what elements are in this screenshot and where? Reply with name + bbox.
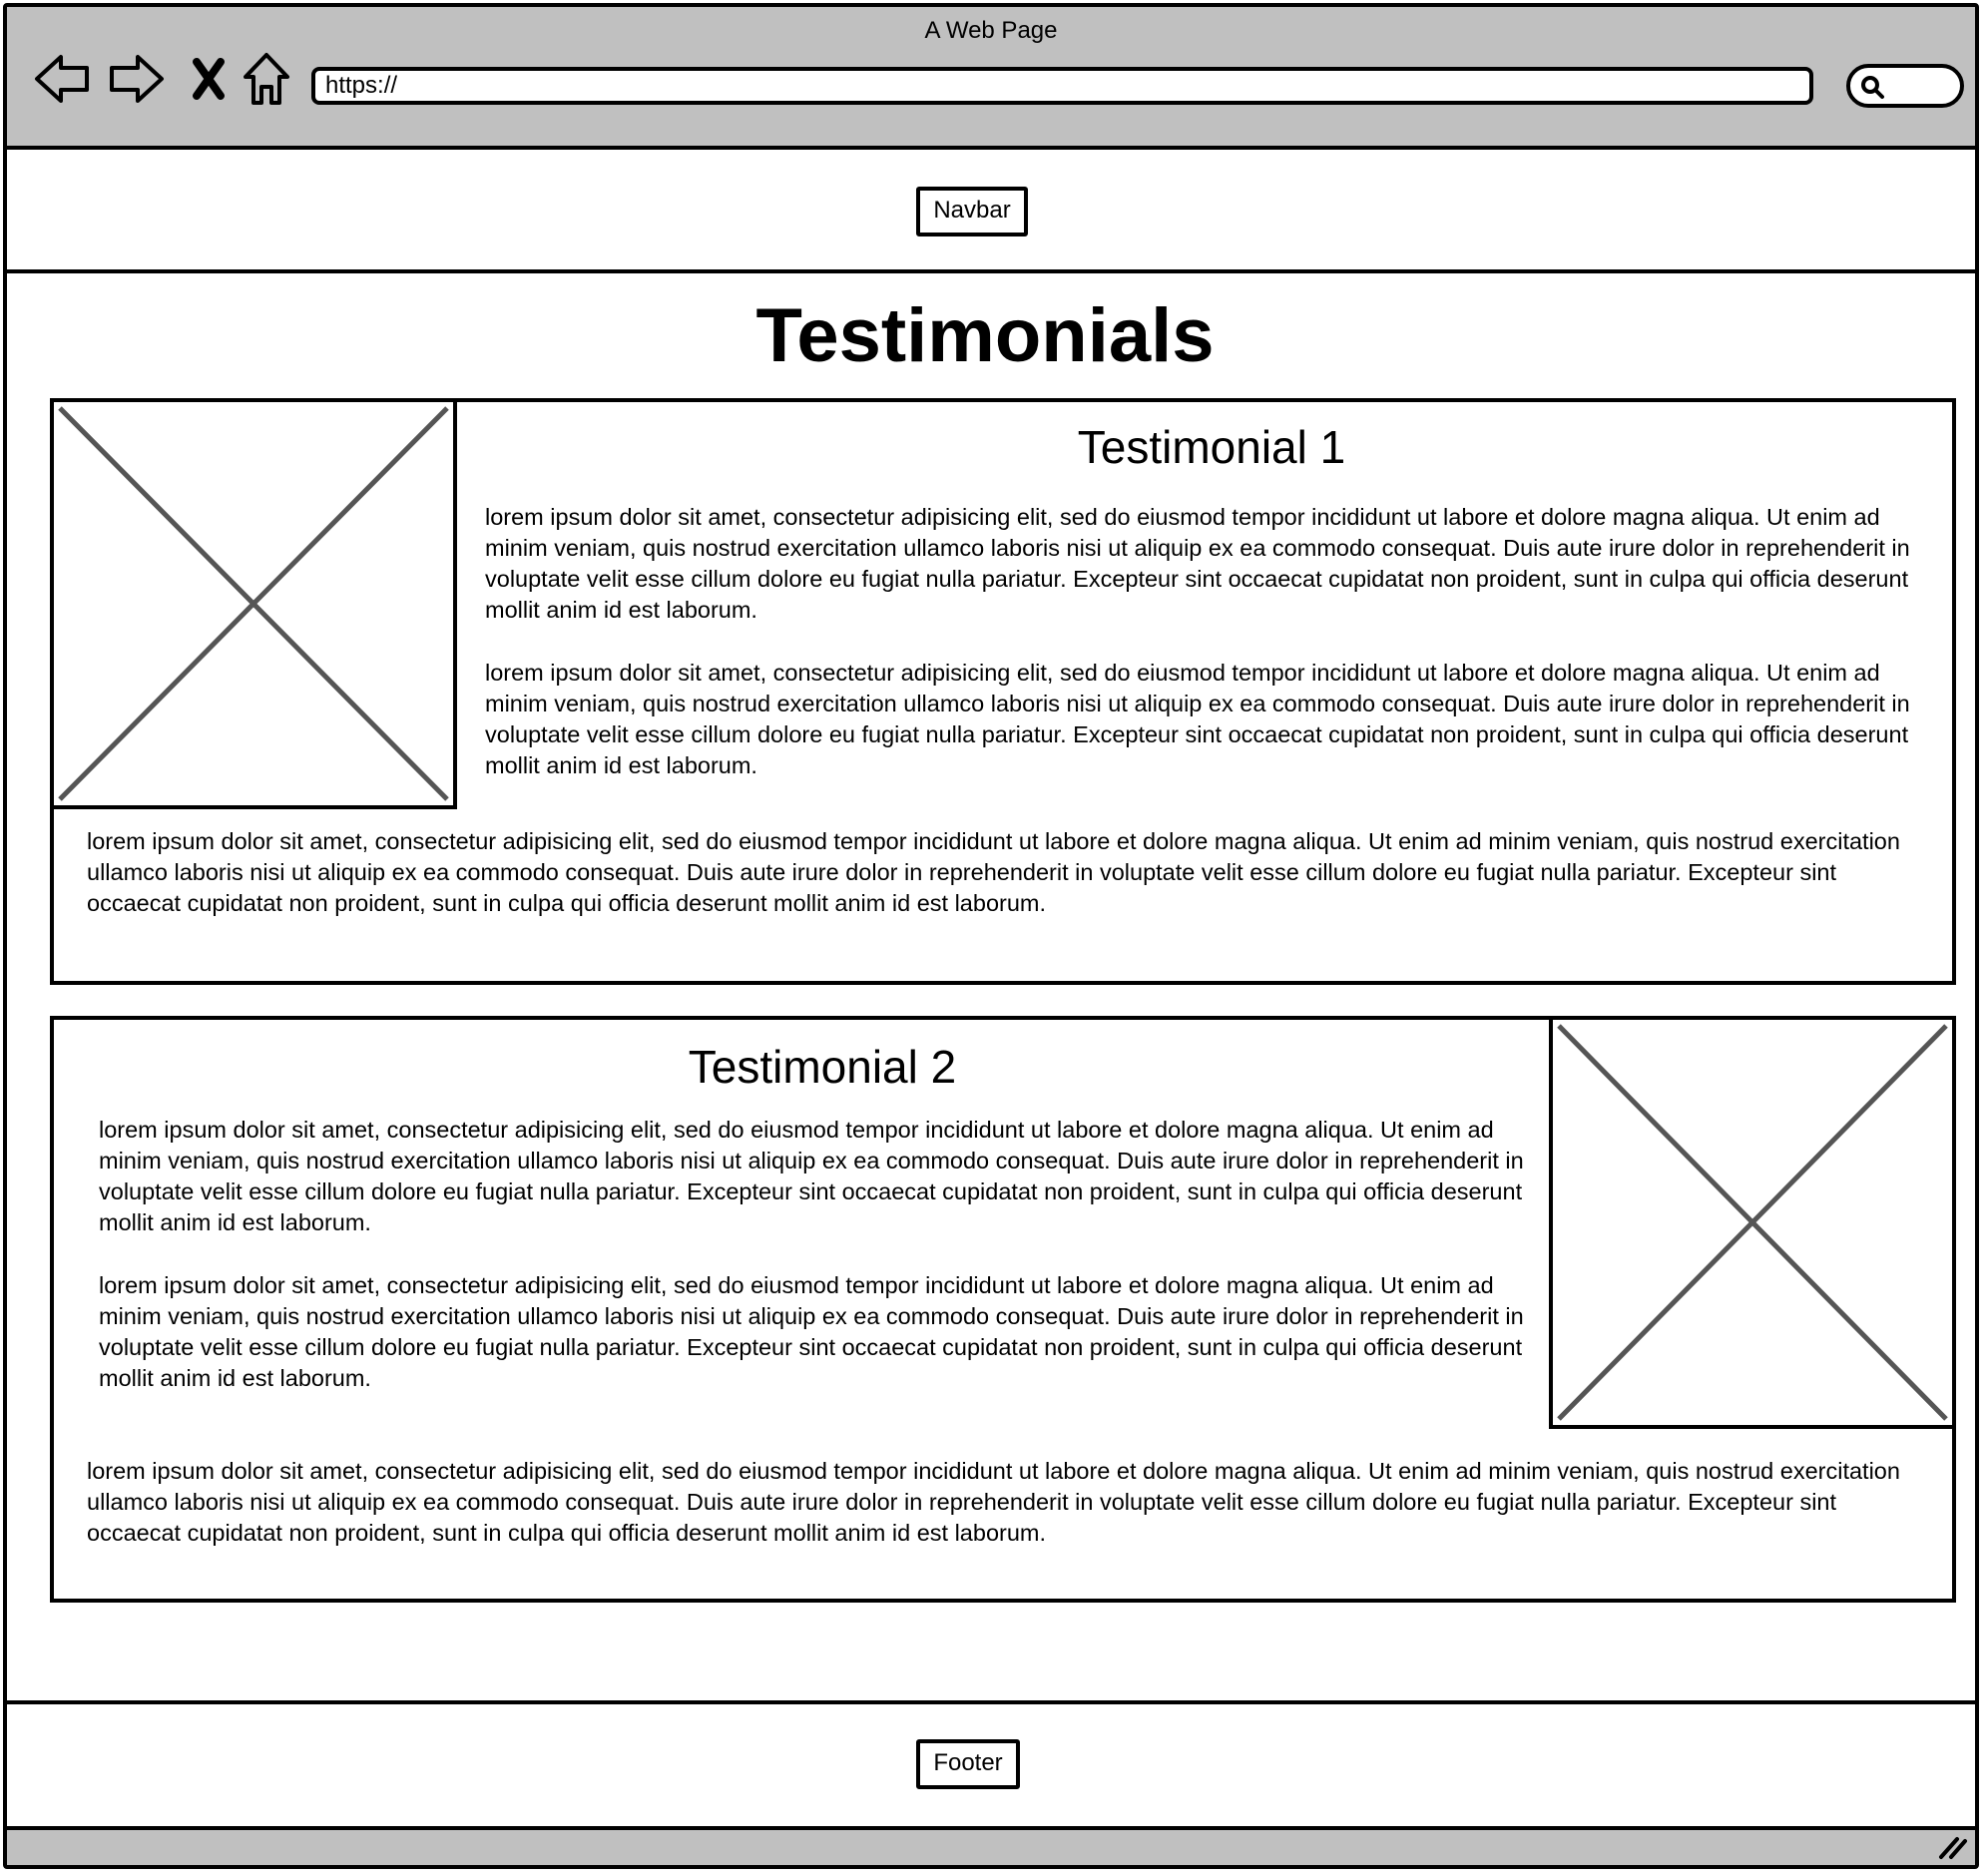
navbar: Navbar bbox=[7, 150, 1975, 273]
page-title: Testimonials bbox=[755, 293, 1215, 378]
testimonial-title: Testimonial 1 bbox=[1077, 421, 1346, 473]
testimonial-paragraph: lorem ipsum dolor sit amet, consectetur … bbox=[99, 1117, 1524, 1235]
status-bar bbox=[7, 1826, 1975, 1865]
close-icon bbox=[193, 58, 225, 100]
search-field[interactable] bbox=[1846, 64, 1964, 108]
testimonial-title: Testimonial 2 bbox=[688, 1041, 957, 1093]
forward-icon bbox=[110, 55, 164, 103]
footer-label: Footer bbox=[916, 1739, 1020, 1789]
testimonial-paragraph: lorem ipsum dolor sit amet, consectetur … bbox=[87, 828, 1900, 916]
testimonial-card-1: Testimonial 1 lorem ipsum dolor sit amet… bbox=[50, 398, 1956, 985]
browser-toolbar: A Web Page https:// bbox=[7, 7, 1975, 150]
forward-button[interactable] bbox=[107, 49, 167, 109]
testimonial-paragraph: lorem ipsum dolor sit amet, consectetur … bbox=[99, 1272, 1524, 1391]
url-input[interactable]: https:// bbox=[311, 67, 1813, 105]
image-placeholder bbox=[1549, 1016, 1956, 1429]
image-placeholder bbox=[50, 398, 457, 809]
back-icon bbox=[35, 55, 89, 103]
resize-grip-icon[interactable] bbox=[1937, 1833, 1969, 1861]
testimonial-card-2: Testimonial 2 lorem ipsum dolor sit amet… bbox=[50, 1016, 1956, 1603]
testimonial-paragraph: lorem ipsum dolor sit amet, consectetur … bbox=[485, 504, 1910, 623]
back-button[interactable] bbox=[32, 49, 92, 109]
window-title: A Web Page bbox=[924, 17, 1058, 44]
browser-window: A Web Page https:// Navbar Testimonials … bbox=[3, 3, 1979, 1869]
footer: Footer bbox=[7, 1700, 1975, 1830]
home-icon bbox=[244, 53, 289, 105]
home-button[interactable] bbox=[237, 49, 296, 109]
testimonial-paragraph: lorem ipsum dolor sit amet, consectetur … bbox=[485, 660, 1910, 778]
testimonial-paragraph: lorem ipsum dolor sit amet, consectetur … bbox=[87, 1458, 1900, 1546]
search-icon bbox=[1861, 76, 1884, 99]
stop-button[interactable] bbox=[179, 49, 239, 109]
navbar-label: Navbar bbox=[916, 187, 1028, 236]
